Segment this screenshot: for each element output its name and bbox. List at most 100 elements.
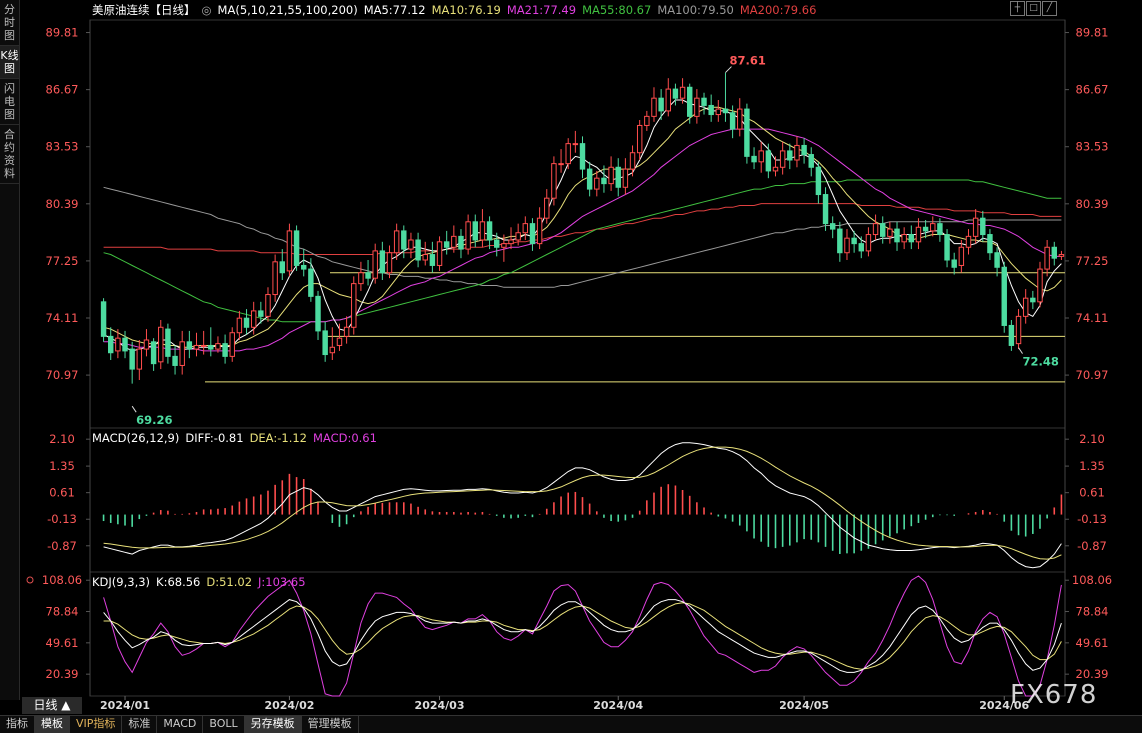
date-label: 2024/04 [593,699,643,712]
candle-body [243,317,250,328]
candle [972,209,979,244]
candle-body [894,228,900,243]
candle [708,94,714,122]
candle-body [236,317,243,334]
candle-body [880,223,886,237]
candle [336,323,343,351]
price-panel[interactable]: 89.81 89.81 86.67 86.67 83.53 83.53 80.39 80.39… [46,26,1109,428]
candle-body [258,310,264,317]
candle [887,221,893,244]
candle [1030,290,1036,310]
candle-body [765,150,772,172]
candle-body [980,217,986,236]
candle [794,136,800,168]
candle [865,227,872,257]
period-selector[interactable]: 日线 ▲ [22,697,82,714]
macd-panel[interactable]: 2.10 2.10 1.35 1.35 0.61 0.61 -0.13 -0.13 -0.87 -… [47,432,1107,569]
axis-tick-right: 0.61 [1079,486,1105,500]
crosshair-icon[interactable]: ┼ [1010,1,1025,16]
annotation-pointer [131,405,137,413]
tab-manage-templates[interactable]: 管理模板 [302,716,359,733]
candle-body [1030,297,1036,303]
legend-item: K:68.56 [156,575,200,589]
candle-body [479,221,486,241]
candle-body [672,88,679,99]
candle-body [972,217,979,237]
candle-body [108,335,114,354]
zoom-icon[interactable]: □ [1026,1,1041,16]
axis-tick-left: 0.61 [49,486,75,500]
candle-body [744,108,750,157]
candle [837,221,843,262]
candle-body [658,97,664,112]
candle [186,330,193,359]
candle-body [572,143,579,146]
candle [522,216,529,240]
candle-body [472,221,478,241]
candle [1058,250,1065,260]
axis-tick-right: 77.25 [1076,254,1109,268]
axis-tick-right: -0.13 [1077,512,1107,526]
tab-vip-indicators[interactable]: VIP指标 [70,716,123,733]
panel-frame [89,571,1066,697]
candle [165,323,171,364]
candle-body [636,124,643,154]
candle-body [987,234,993,254]
candle-body [965,235,972,248]
candle-body [293,230,300,266]
candle-body [351,283,357,328]
legend-item: MA5:77.12 [364,3,426,17]
candle [343,316,350,344]
chart-canvas[interactable]: 美原油连续【日线】 ◎ MA(5,10,21,55,100,200) MA5:77.1… [0,0,1142,715]
candle-body [779,150,786,168]
candle-body [586,168,593,190]
tab-boll[interactable]: BOLL [203,716,245,733]
candle-body [722,108,729,114]
tab-templates[interactable]: 模板 [35,716,70,733]
tab-indicators[interactable]: 指标 [0,716,35,733]
candle-body [279,261,285,274]
candle-body [172,355,178,366]
candle-body [408,239,414,250]
candle-body [787,150,793,161]
candle-body [158,326,164,363]
tab-standard[interactable]: 标准 [122,716,158,733]
candle-body [915,226,922,243]
tab-save-template[interactable]: 另存模板 [244,716,302,733]
candle [150,338,157,371]
draw-line-icon[interactable]: ╱ [1042,1,1057,16]
candle-body [308,268,314,297]
axis-tick-right: 86.67 [1076,83,1109,97]
kdj-panel[interactable]: 108.06 108.0678.84 78.8449.61 49.6120.39 20.… [26,573,1112,697]
candle-body [215,343,221,350]
axis-tick-right: 78.84 [1076,605,1109,619]
candle-body [544,197,550,219]
candle-body [944,234,950,261]
candle [158,320,164,370]
candle-body [329,346,336,354]
candle-body [844,237,850,254]
candle-body [687,86,693,117]
candle [143,329,150,357]
candle-body [250,310,257,328]
tab-macd[interactable]: MACD [157,716,204,733]
candle [208,327,214,357]
candle [243,309,250,335]
candle-body [358,272,364,285]
candle-body [208,344,214,350]
candle [1008,320,1015,351]
candle [315,290,321,340]
candle-body [494,239,500,248]
axis-tick-left: -0.13 [47,512,77,526]
candle-body [901,234,907,243]
candle-body [729,112,736,130]
candle [765,143,772,179]
candle [129,341,135,384]
axis-tick-left: 20.39 [46,667,79,681]
candle [965,229,972,255]
candle-body [265,294,271,317]
axis-tick-left: 80.39 [46,197,79,211]
legend-item: MA100:79.50 [657,3,734,17]
candle-body [229,332,235,357]
axis-tick-left: 83.53 [46,140,79,154]
